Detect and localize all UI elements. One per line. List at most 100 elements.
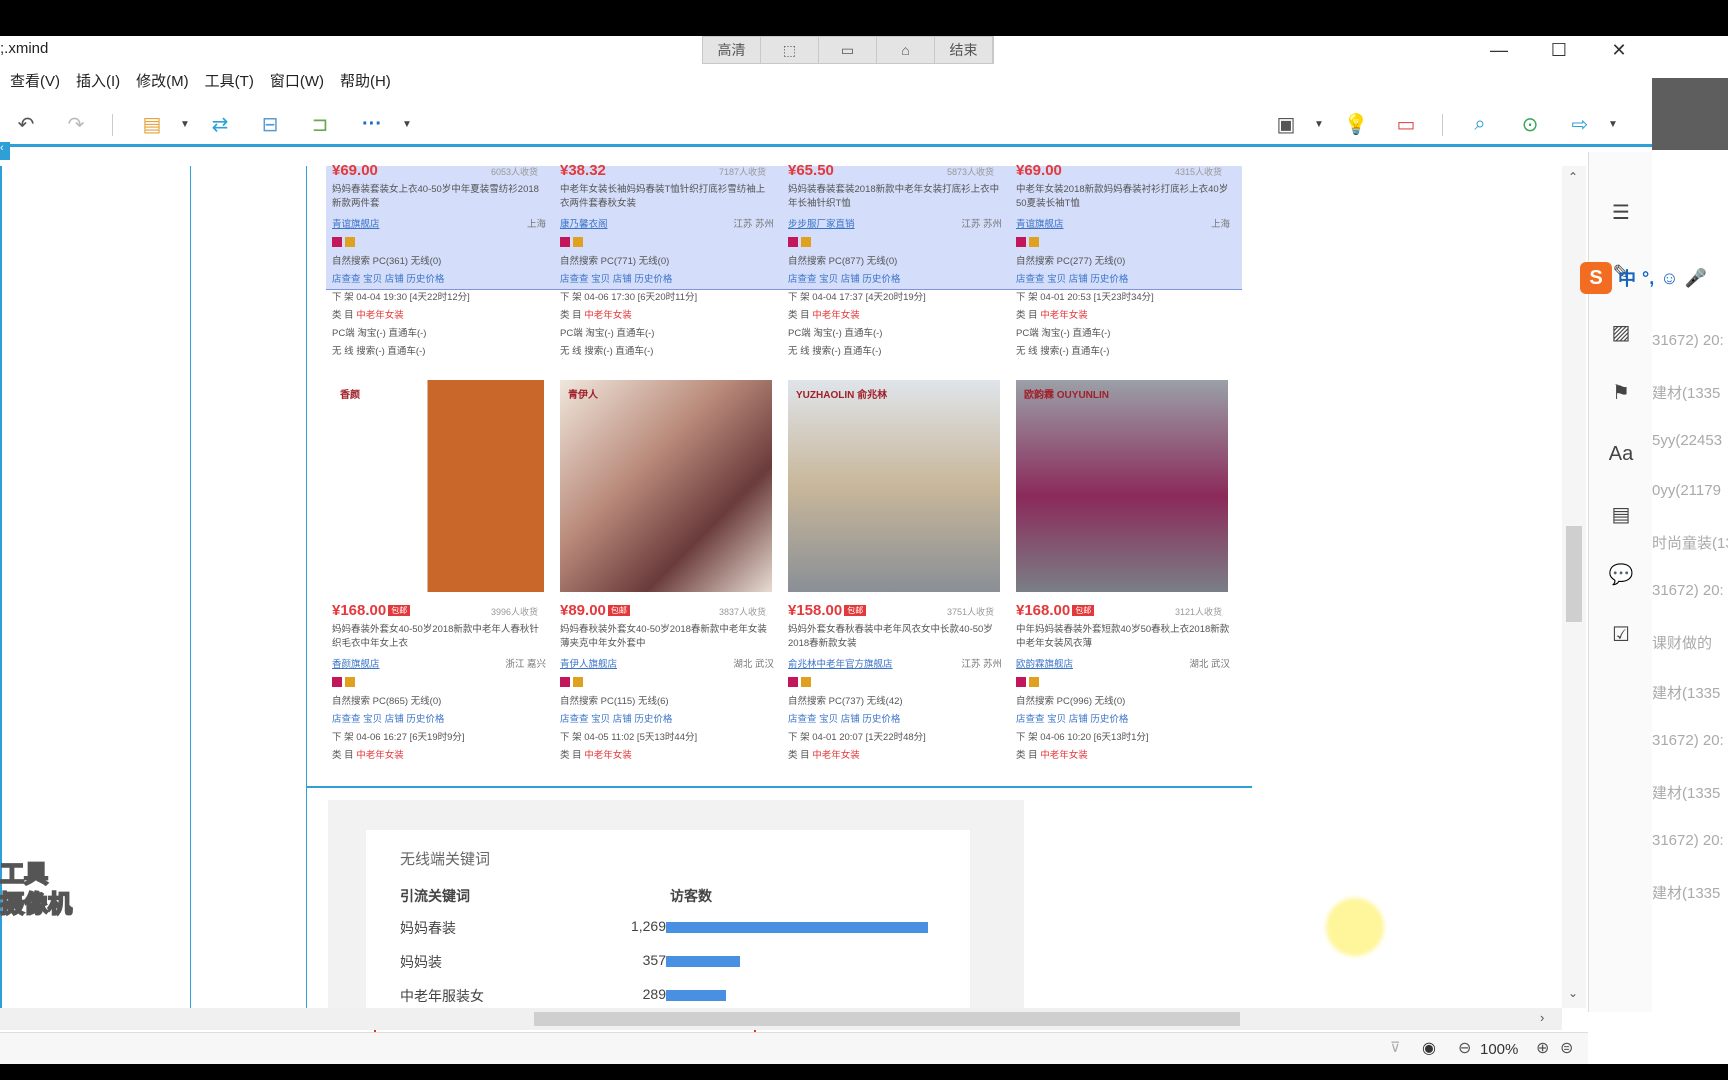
- close-button[interactable]: ✕: [1590, 36, 1648, 64]
- image-icon[interactable]: ▨: [1609, 320, 1633, 344]
- search-stats: 自然搜索 PC(877) 无线(0): [788, 256, 898, 267]
- menu-modify[interactable]: 修改(M): [130, 68, 195, 94]
- product-title[interactable]: 妈妈外套女春秋春装中老年风衣女中长款40-50岁2018春新款女装: [788, 623, 1002, 651]
- presentation-icon[interactable]: ▣: [1272, 110, 1300, 138]
- horizontal-scrollbar[interactable]: ›: [0, 1008, 1562, 1030]
- product-card[interactable]: 香颜 ¥168.00 包邮 3996人收货 妈妈春装外套女40-50岁2018新款中老年…: [332, 380, 546, 761]
- product-title[interactable]: 妈妈春秋装外套女40-50岁2018春新款中老年女装薄夹克中年女外套中: [560, 623, 774, 651]
- fit-icon[interactable]: ⊜: [1560, 1038, 1573, 1058]
- horizontal-scroll-thumb[interactable]: [534, 1012, 1240, 1026]
- product-title[interactable]: 中年妈妈装春装外套短款40岁50春秋上衣2018新款中老年女装风衣薄: [1016, 623, 1230, 651]
- task-icon[interactable]: ☑: [1609, 622, 1633, 646]
- tool-links[interactable]: 店查查 宝贝 店铺 历史价格: [1016, 711, 1230, 725]
- more-dropdown-icon[interactable]: ▼: [400, 110, 414, 138]
- minimize-button[interactable]: —: [1470, 36, 1528, 64]
- menu-insert[interactable]: 插入(I): [70, 68, 126, 94]
- product-grid-image[interactable]: ¥69.00 6053人收货 妈妈春装套装女上衣40-50岁中年夏装雪纺衫2018新…: [326, 162, 1246, 786]
- redo-icon[interactable]: ↷: [62, 110, 90, 138]
- boundary-icon[interactable]: ⊟: [256, 110, 284, 138]
- tool-links[interactable]: 店查查 宝贝 店铺 历史价格: [560, 271, 774, 285]
- vertical-scroll-thumb[interactable]: [1566, 526, 1582, 622]
- mindmap-canvas[interactable]: ¥69.00 6053人收货 妈妈春装套装女上衣40-50岁中年夏装雪纺衫2018新…: [0, 162, 1586, 1030]
- price-row: ¥69.00 4315人收货: [1016, 162, 1230, 179]
- menu-tools[interactable]: 工具(T): [199, 68, 260, 94]
- recorder-end-button[interactable]: 结束: [935, 37, 993, 63]
- menu-window[interactable]: 窗口(W): [264, 68, 330, 94]
- font-icon[interactable]: Aa: [1609, 442, 1633, 466]
- sheet-tab[interactable]: ‹: [0, 142, 10, 160]
- more-icon[interactable]: ···: [358, 110, 386, 138]
- shop-link[interactable]: 青谊旗舰店: [332, 216, 380, 230]
- product-card[interactable]: ¥65.50 5873人收货 妈妈装春装套装2018新款中老年女装打底衫上衣中年长袖…: [788, 162, 1002, 357]
- scroll-down-icon[interactable]: ⌄: [1568, 986, 1578, 1000]
- export-icon[interactable]: ⇨: [1566, 110, 1594, 138]
- summary-icon[interactable]: ⊐: [306, 110, 334, 138]
- product-card[interactable]: ¥69.00 4315人收货中老年女装2018新款妈妈春装衬衫打底衫上衣40岁50…: [1016, 162, 1230, 357]
- shop-link[interactable]: 步步服厂家直销: [788, 216, 855, 230]
- product-card[interactable]: 欧韵霖 OUYUNLIN ¥168.00 包邮 3121人收货 中年妈妈装春装外套短款4…: [1016, 380, 1230, 761]
- recorder-hd-button[interactable]: 高清: [703, 37, 761, 63]
- gantt-icon[interactable]: ▭: [1392, 110, 1420, 138]
- shop-link[interactable]: 欧韵霖旗舰店: [1016, 656, 1073, 670]
- shop-link[interactable]: 青谊旗舰店: [1016, 216, 1064, 230]
- tool-links[interactable]: 店查查 宝贝 店铺 历史价格: [788, 271, 1002, 285]
- zoom-in-icon[interactable]: ⊕: [1536, 1038, 1549, 1058]
- recorder-window-button[interactable]: ▭: [819, 37, 877, 63]
- eye-icon[interactable]: ◉: [1422, 1038, 1436, 1058]
- product-card[interactable]: 青伊人 ¥89.00 包邮 3837人收货 妈妈春秋装外套女40-50岁2018春新款中…: [560, 380, 774, 761]
- maximize-button[interactable]: ☐: [1530, 36, 1588, 64]
- outline-icon[interactable]: ☰: [1609, 200, 1633, 224]
- scroll-up-icon[interactable]: ⌃: [1568, 170, 1578, 184]
- topic-icon[interactable]: ▤: [138, 110, 166, 138]
- product-title[interactable]: 中老年女装2018新款妈妈春装衬衫打底衫上衣40岁50夏装长袖T恤: [1016, 183, 1230, 211]
- idea-bulb-icon[interactable]: 💡: [1342, 110, 1370, 138]
- menu-view[interactable]: 查看(V): [4, 68, 66, 94]
- microphone-icon[interactable]: 🎤: [1685, 268, 1707, 289]
- product-card[interactable]: YUZHAOLIN 俞兆林 ¥158.00 包邮 3751人收货 妈妈外套女春秋春装中老…: [788, 380, 1002, 761]
- shop-link[interactable]: 青伊人旗舰店: [560, 656, 617, 670]
- zoom-level[interactable]: 100%: [1480, 1041, 1518, 1058]
- category-label: 类 目: [332, 310, 357, 321]
- product-title[interactable]: 妈妈装春装套装2018新款中老年女装打底衫上衣中年长袖针织T恤: [788, 183, 1002, 211]
- comment-icon[interactable]: 💬: [1609, 562, 1634, 586]
- product-photo[interactable]: 欧韵霖 OUYUNLIN: [1016, 380, 1228, 592]
- emoji-icon[interactable]: ☺: [1660, 268, 1678, 289]
- presentation-dropdown-icon[interactable]: ▼: [1312, 110, 1326, 138]
- topic-dropdown-icon[interactable]: ▼: [178, 110, 192, 138]
- product-title[interactable]: 中老年女装长袖妈妈春装T恤针织打底衫雪纺袖上衣两件套春秋女装: [560, 183, 774, 211]
- shop-link[interactable]: 俞兆林中老年官方旗舰店: [788, 656, 893, 670]
- tool-links[interactable]: 店查查 宝贝 店铺 历史价格: [1016, 271, 1230, 285]
- menu-help[interactable]: 帮助(H): [334, 68, 397, 94]
- tool-links[interactable]: 店查查 宝贝 店铺 历史价格: [788, 711, 1002, 725]
- notes-icon[interactable]: ▤: [1609, 502, 1633, 526]
- marker-flag-icon[interactable]: ⚑: [1609, 380, 1633, 404]
- product-card[interactable]: ¥38.32 7187人收货 中老年女装长袖妈妈春装T恤针织打底衫雪纺袖上衣两件套春…: [560, 162, 774, 357]
- shop-link[interactable]: 香颜旗舰店: [332, 656, 380, 670]
- product-card[interactable]: ¥69.00 6053人收货 妈妈春装套装女上衣40-50岁中年夏装雪纺衫2018新…: [332, 162, 546, 357]
- share-icon[interactable]: ⊙: [1516, 110, 1544, 138]
- ime-punct-label[interactable]: °,: [1642, 268, 1654, 289]
- product-photo[interactable]: 香颜: [332, 380, 544, 592]
- tool-links[interactable]: 店查查 宝贝 店铺 历史价格: [560, 711, 774, 725]
- keyword-panel[interactable]: 无线端关键词 引流关键词 访客数 妈妈春装 1,269 妈妈装 357 中老年服装女 28…: [328, 800, 1024, 1030]
- relationship-icon[interactable]: ⇄: [206, 110, 234, 138]
- search-stats: 自然搜索 PC(115) 无线(6): [560, 696, 669, 707]
- product-title[interactable]: 妈妈春装套装女上衣40-50岁中年夏装雪纺衫2018新款两件套: [332, 183, 546, 211]
- filter-icon[interactable]: ⊽: [1390, 1039, 1400, 1056]
- tool-links[interactable]: 店查查 宝贝 店铺 历史价格: [332, 711, 546, 725]
- shop-link[interactable]: 康乃馨衣阁: [560, 216, 608, 230]
- undo-icon[interactable]: ↶: [12, 110, 40, 138]
- ime-toolbar[interactable]: S 中 °, ☺ 🎤: [1580, 262, 1707, 294]
- scroll-right-icon[interactable]: ›: [1540, 1010, 1544, 1025]
- product-photo[interactable]: YUZHAOLIN 俞兆林: [788, 380, 1000, 592]
- tool-links[interactable]: 店查查 宝贝 店铺 历史价格: [332, 271, 546, 285]
- export-dropdown-icon[interactable]: ▼: [1606, 110, 1620, 138]
- ime-mode-label[interactable]: 中: [1618, 265, 1636, 291]
- product-title[interactable]: 妈妈春装外套女40-50岁2018新款中老年人春秋针织毛衣中年女上衣: [332, 623, 546, 651]
- product-photo[interactable]: 青伊人: [560, 380, 772, 592]
- recorder-region-button[interactable]: ⬚: [761, 37, 819, 63]
- zoom-out-icon[interactable]: ⊖: [1458, 1038, 1471, 1058]
- search-icon[interactable]: ⌕: [1466, 110, 1494, 138]
- recorder-home-button[interactable]: ⌂: [877, 37, 935, 63]
- free-shipping-tag: 包邮: [1072, 605, 1095, 616]
